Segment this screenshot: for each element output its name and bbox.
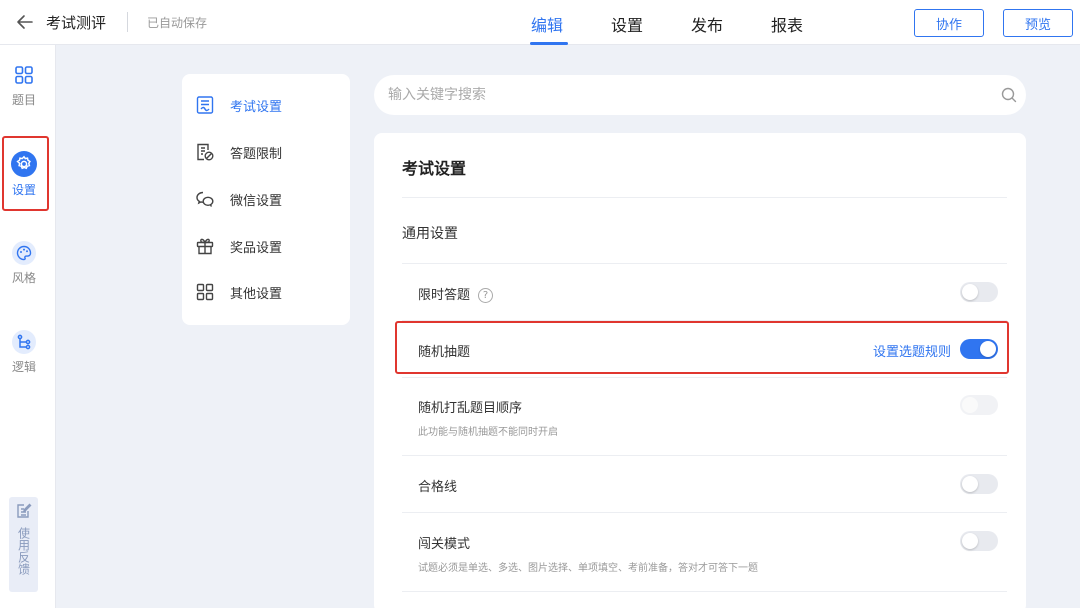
divider <box>402 197 1007 198</box>
highlight-box-random-draw <box>395 321 1009 374</box>
rail-item-label: 风格 <box>11 271 36 285</box>
help-icon[interactable]: ? <box>478 288 494 303</box>
title-divider <box>127 12 128 32</box>
menu-item-label: 其他设置 <box>230 286 283 302</box>
feedback-button[interactable]: 使用反馈 <box>9 497 38 592</box>
menu-item-other[interactable]: 其他设置 <box>194 281 282 303</box>
menu-item-label: 微信设置 <box>230 193 283 209</box>
tab-edit[interactable]: 编辑 <box>531 12 563 36</box>
divider <box>402 263 1007 264</box>
tab-report[interactable]: 报表 <box>771 12 803 36</box>
level-mode-toggle[interactable] <box>960 531 998 551</box>
top-bar: 考试测评 已自动保存 编辑 设置 发布 报表 协作 预览 <box>0 0 1080 45</box>
rail-item-style[interactable]: 风格 <box>0 241 48 286</box>
section-title: 通用设置 <box>402 226 458 242</box>
divider <box>402 512 1007 513</box>
search-input[interactable] <box>388 75 978 115</box>
rail-item-logic[interactable]: 逻辑 <box>0 330 48 375</box>
setting-label-pass-line: 合格线 <box>418 480 458 495</box>
divider <box>402 591 1007 592</box>
divider <box>402 455 1007 456</box>
pass-line-toggle[interactable] <box>960 474 998 494</box>
exam-settings-panel: 考试设置 通用设置 限时答题? 随机抽题 设置选题规则 随机打乱题目顺序 此功能… <box>374 133 1026 608</box>
menu-item-prize[interactable]: 奖品设置 <box>194 235 282 257</box>
feedback-label: 使用反馈 <box>16 527 31 575</box>
rail-item-label: 题目 <box>11 93 36 107</box>
setting-label-shuffle: 随机打乱题目顺序 <box>418 401 523 416</box>
menu-item-label: 考试设置 <box>230 99 283 115</box>
rail-item-questions[interactable]: 题目 <box>0 63 48 108</box>
panel-title: 考试设置 <box>402 159 467 178</box>
setting-label-timed: 限时答题? <box>418 284 494 303</box>
app-title: 考试测评 <box>46 14 107 32</box>
search-bar <box>374 75 1026 115</box>
collaborate-button[interactable]: 协作 <box>914 9 984 37</box>
autosave-status: 已自动保存 <box>147 16 208 30</box>
divider <box>402 377 1007 378</box>
setting-desc-shuffle: 此功能与随机抽题不能同时开启 <box>418 427 558 438</box>
left-rail: 题目 设置 风格 逻辑 使用反馈 <box>0 45 56 608</box>
menu-item-wechat[interactable]: 微信设置 <box>194 188 282 210</box>
menu-item-label: 答题限制 <box>230 146 283 162</box>
setting-desc-level-mode: 试题必须是单选、多选、图片选择、单项填空、考前准备，答对才可答下一题 <box>418 563 758 574</box>
exam-doc-icon <box>194 94 216 116</box>
wechat-icon <box>194 188 216 210</box>
apps-icon <box>194 281 216 303</box>
edit-note-icon <box>16 503 31 518</box>
preview-button[interactable]: 预览 <box>1003 9 1073 37</box>
tab-publish[interactable]: 发布 <box>691 12 723 36</box>
branch-icon <box>12 330 36 354</box>
search-icon[interactable] <box>1000 86 1018 104</box>
settings-menu: 考试设置 答题限制 微信设置 奖品设置 其他设置 <box>182 74 350 325</box>
highlight-box-settings <box>2 136 49 211</box>
setting-label-level-mode: 闯关模式 <box>418 537 471 552</box>
gift-icon <box>194 235 216 257</box>
shuffle-order-toggle[interactable] <box>960 395 998 415</box>
back-arrow-icon[interactable] <box>14 11 36 33</box>
answer-limit-icon <box>194 141 216 163</box>
menu-item-exam-settings[interactable]: 考试设置 <box>194 94 282 116</box>
grid-icon <box>12 63 36 87</box>
palette-icon <box>12 241 36 265</box>
tab-edit-underline <box>530 42 568 45</box>
menu-item-label: 奖品设置 <box>230 240 283 256</box>
rail-item-label: 逻辑 <box>11 360 36 374</box>
tab-settings[interactable]: 设置 <box>611 12 643 36</box>
menu-item-answer-limit[interactable]: 答题限制 <box>194 141 282 163</box>
timed-answer-toggle[interactable] <box>960 282 998 302</box>
